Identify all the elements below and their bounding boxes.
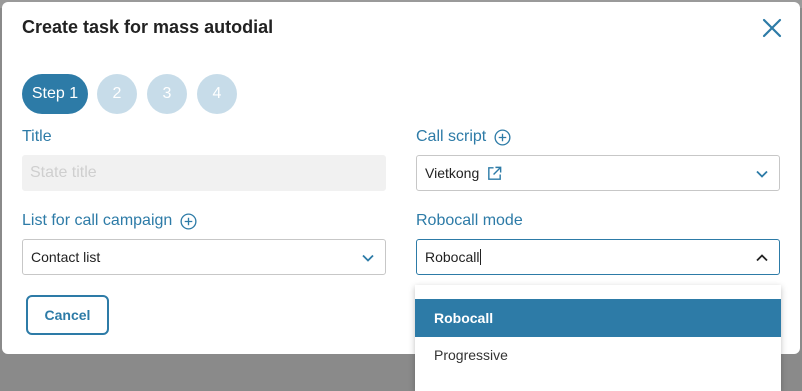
cancel-button[interactable]: Cancel xyxy=(26,295,109,335)
robocall-value: Robocall xyxy=(425,249,480,265)
step-2-label: 2 xyxy=(112,85,122,102)
close-icon xyxy=(762,18,782,38)
robocall-label: Robocall mode xyxy=(416,212,523,230)
call-script-select[interactable]: Vietkong xyxy=(416,155,780,191)
step-1-label: Step 1 xyxy=(31,85,79,102)
list-label-text: List for call campaign xyxy=(22,212,173,229)
robocall-label-text: Robocall mode xyxy=(416,212,523,229)
step-4[interactable]: 4 xyxy=(197,74,237,114)
step-2[interactable]: 2 xyxy=(97,74,137,114)
title-field[interactable]: State title xyxy=(22,155,386,191)
robocall-dropdown: Robocall Progressive xyxy=(415,285,781,391)
call-script-label: Call script xyxy=(416,128,511,146)
step-4-label: 4 xyxy=(212,85,222,102)
title-placeholder: State title xyxy=(30,164,97,181)
option-robocall[interactable]: Robocall xyxy=(415,299,781,337)
step-3[interactable]: 3 xyxy=(147,74,187,114)
chevron-down-icon xyxy=(756,170,768,178)
list-label: List for call campaign xyxy=(22,212,197,230)
external-link-icon[interactable] xyxy=(486,165,503,182)
add-list-icon[interactable] xyxy=(180,212,197,230)
dialog-title: Create task for mass autodial xyxy=(22,17,274,37)
list-select[interactable]: Contact list xyxy=(22,239,386,275)
add-call-script-icon[interactable] xyxy=(494,128,511,146)
call-script-value: Vietkong xyxy=(425,165,480,181)
call-script-label-text: Call script xyxy=(416,128,487,145)
list-value: Contact list xyxy=(31,249,101,265)
step-3-label: 3 xyxy=(162,85,172,102)
text-cursor xyxy=(480,249,482,265)
title-label-text: Title xyxy=(22,128,52,145)
option-progressive[interactable]: Progressive xyxy=(415,336,781,374)
title-label: Title xyxy=(22,128,52,146)
step-1[interactable]: Step 1 xyxy=(22,74,88,114)
chevron-down-icon xyxy=(362,254,374,262)
robocall-select[interactable]: Robocall xyxy=(416,239,780,275)
chevron-up-icon xyxy=(756,254,768,262)
close-button[interactable] xyxy=(760,16,784,40)
